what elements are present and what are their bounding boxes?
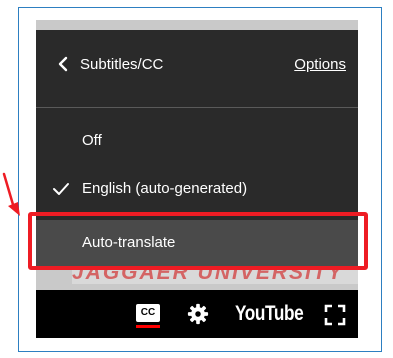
youtube-logo[interactable]: YouTube	[235, 302, 304, 326]
cc-active-indicator	[136, 325, 160, 328]
fullscreen-icon[interactable]	[324, 304, 346, 326]
chevron-left-icon[interactable]	[56, 56, 70, 72]
options-link[interactable]: Options	[294, 56, 346, 74]
menu-header: Subtitles/CC Options	[36, 30, 358, 108]
menu-item-label: English (auto-generated)	[82, 180, 248, 197]
gear-icon[interactable]	[187, 303, 209, 325]
cc-icon: CC	[136, 304, 160, 322]
highlight-annotation-box	[28, 212, 368, 270]
menu-title: Subtitles/CC	[80, 56, 164, 73]
red-arrow-icon	[2, 172, 20, 216]
menu-item-english-auto-generated[interactable]: English (auto-generated)	[36, 166, 358, 212]
menu-item-label: Off	[82, 132, 102, 149]
checkmark-icon	[53, 183, 69, 195]
cc-button[interactable]: CC	[136, 304, 160, 328]
menu-item-off[interactable]: Off	[36, 118, 358, 164]
player-controls: CC YouTube	[36, 290, 358, 338]
